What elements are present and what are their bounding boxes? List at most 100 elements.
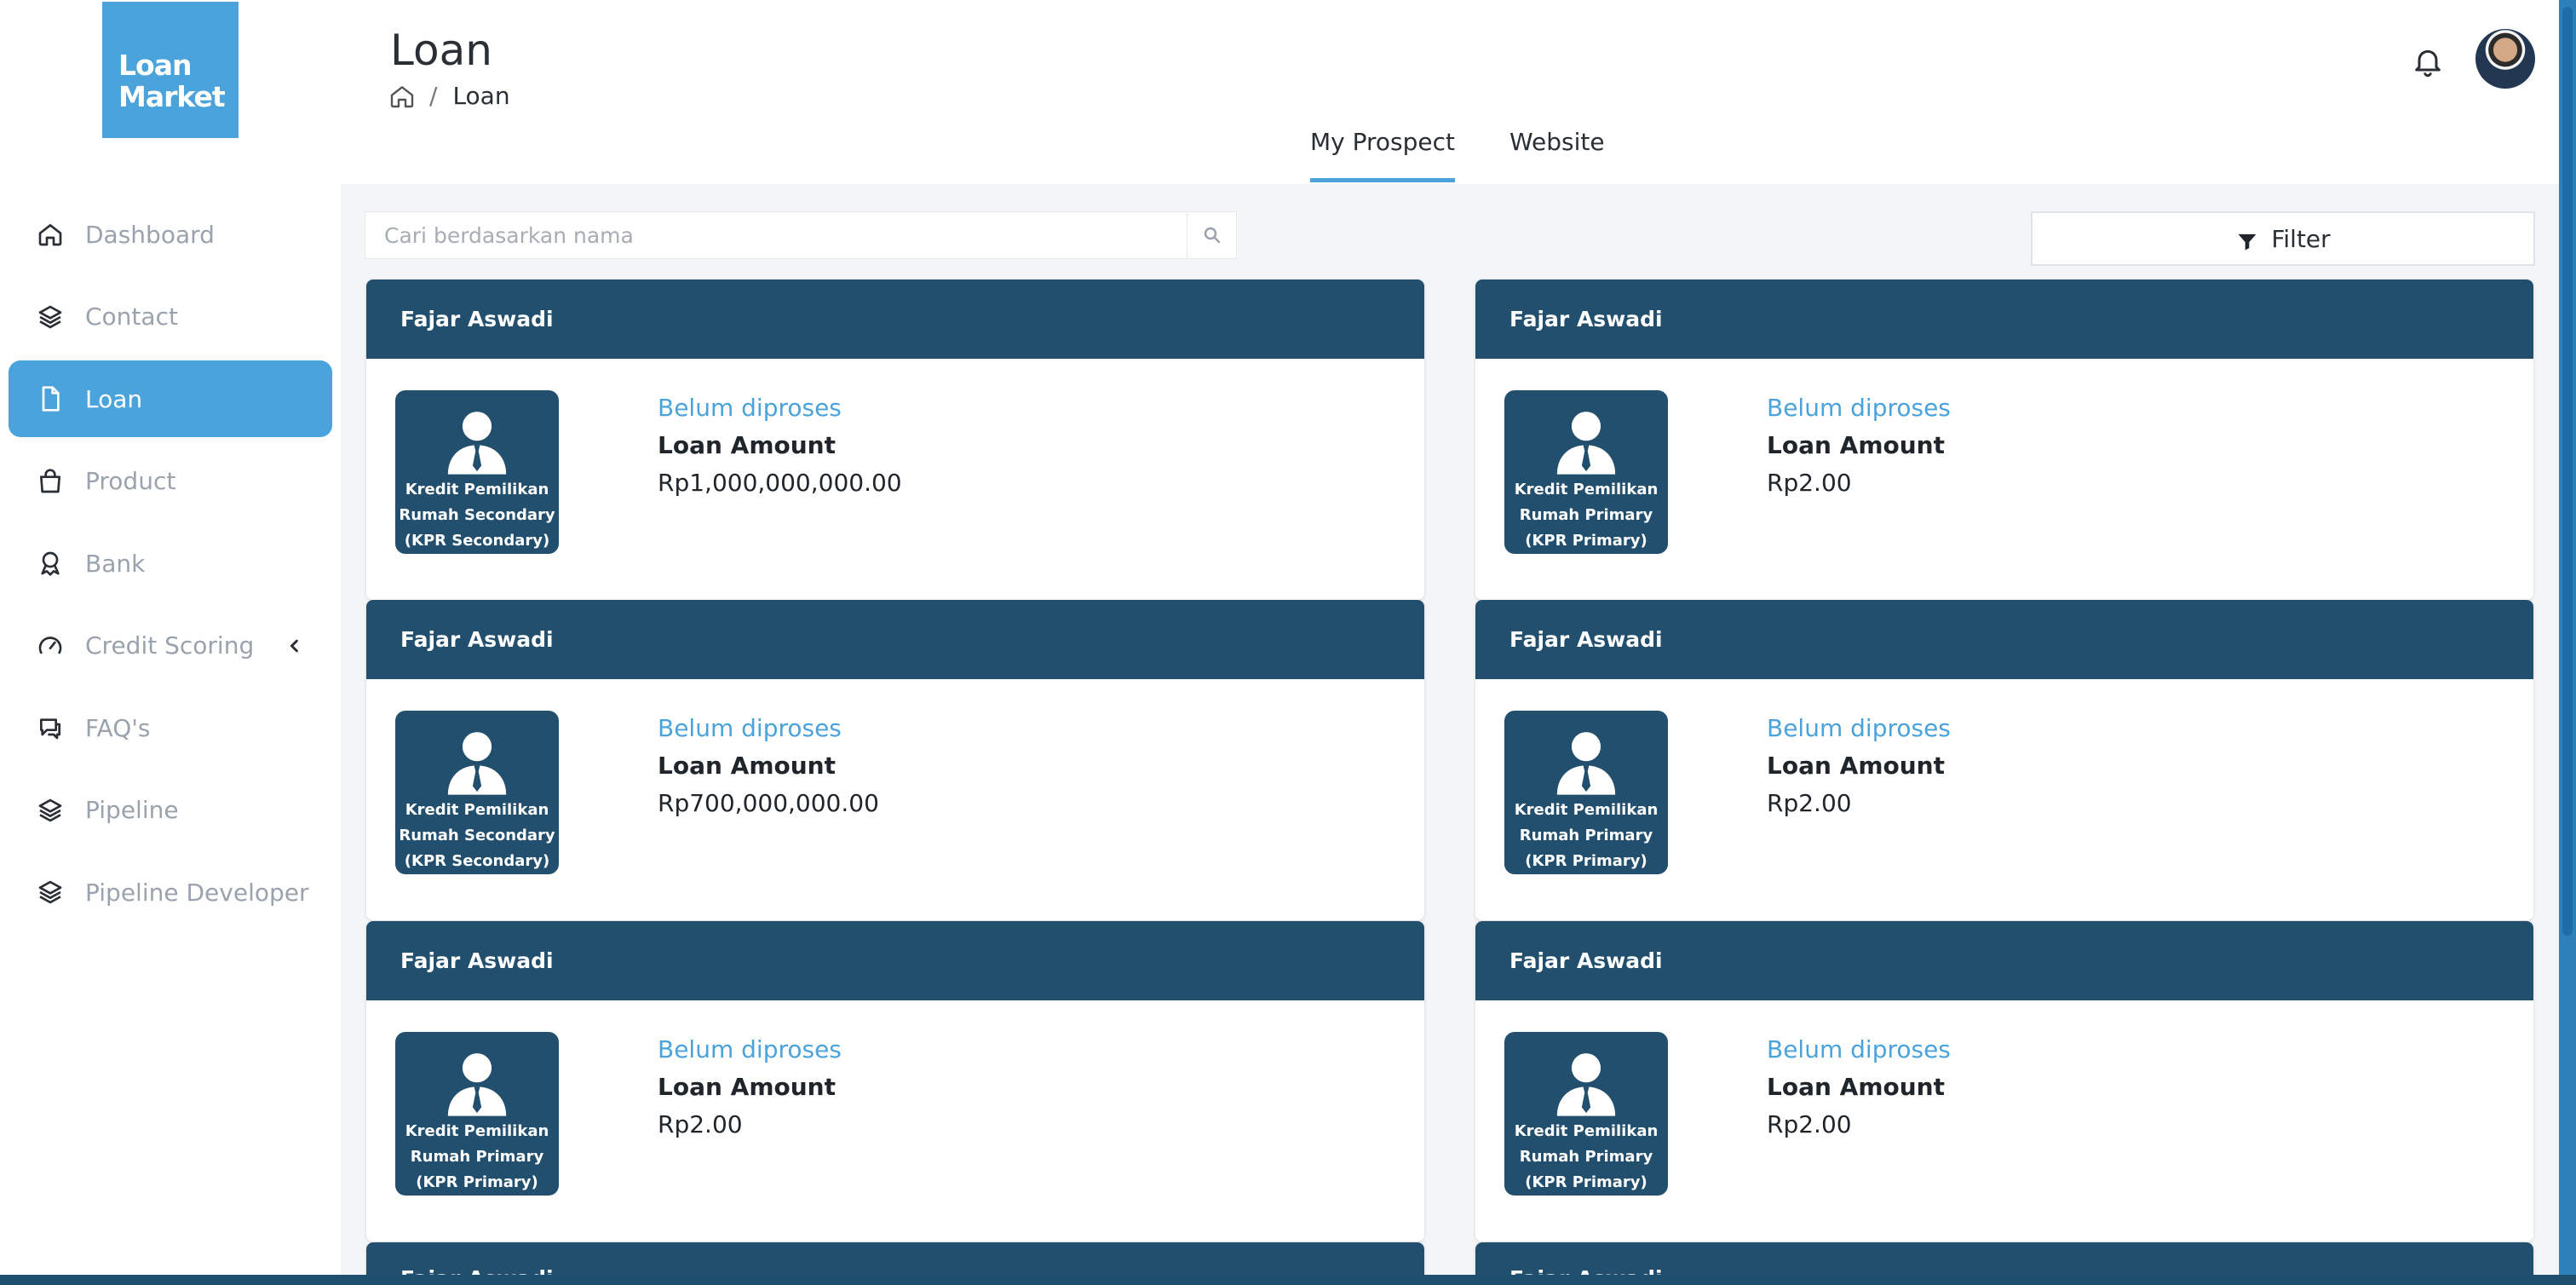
sidebar-item-product[interactable]: Product [9, 443, 332, 520]
product-badge: Kredit Pemilikan Rumah Primary (KPR Prim… [1504, 711, 1668, 874]
sidebar-item-dashboard[interactable]: Dashboard [9, 196, 332, 273]
product-line-1: Kredit Pemilikan [405, 1122, 549, 1140]
person-icon [447, 732, 507, 795]
amount-label: Loan Amount [1767, 752, 1945, 780]
loan-card[interactable]: Fajar Aswadi Kredit Pemilikan Rumah Prim… [1475, 600, 2533, 920]
loan-market-logo[interactable]: Loan Market [102, 2, 239, 138]
product-line-2: Rumah Primary [1519, 827, 1653, 844]
product-badge: Kredit Pemilikan Rumah Primary (KPR Prim… [1504, 390, 1668, 554]
sidebar-item-faqs[interactable]: FAQ's [9, 689, 332, 766]
layers-icon [36, 303, 65, 331]
home-icon [36, 220, 65, 249]
product-caption: Kredit Pemilikan Rumah Primary (KPR Prim… [395, 1119, 559, 1196]
search-button[interactable] [1187, 211, 1236, 259]
sidebar-item-contact[interactable]: Contact [9, 279, 332, 355]
product-badge: Kredit Pemilikan Rumah Primary (KPR Prim… [395, 1032, 559, 1196]
app-page: Loan Market Dashboard Contact Loan Produ… [0, 0, 2576, 1285]
product-caption: Kredit Pemilikan Rumah Primary (KPR Prim… [1504, 1119, 1668, 1196]
status-text: Belum diproses [1767, 394, 1951, 422]
bell-icon[interactable] [2411, 43, 2445, 80]
sidebar-item-label: Pipeline [85, 796, 179, 824]
amount-value: Rp2.00 [1767, 789, 1852, 817]
scrollbar-thumb[interactable] [2562, 7, 2573, 936]
logo-line-1: Loan [118, 49, 192, 82]
sidebar-item-credit-scoring[interactable]: Credit Scoring [9, 608, 332, 684]
loan-card[interactable]: Fajar Aswadi Kredit Pemilikan Rumah Seco… [366, 279, 1424, 600]
search-input[interactable] [365, 212, 1187, 258]
sidebar-item-pipeline-developer[interactable]: Pipeline Developer [9, 854, 332, 931]
product-line-1: Kredit Pemilikan [1514, 481, 1659, 498]
product-line-2: Rumah Primary [1519, 1148, 1653, 1166]
person-icon [1556, 412, 1616, 475]
page-title: Loan [390, 26, 492, 75]
tab-bar: My Prospect Website [1310, 128, 1659, 182]
tab-website[interactable]: Website [1509, 128, 1605, 182]
amount-value: Rp2.00 [658, 1110, 743, 1138]
amount-value: Rp700,000,000.00 [658, 789, 879, 817]
amount-label: Loan Amount [658, 752, 836, 780]
product-line-3: (KPR Primary) [1525, 1173, 1647, 1191]
product-caption: Kredit Pemilikan Rumah Secondary (KPR Se… [395, 798, 559, 874]
product-badge: Kredit Pemilikan Rumah Secondary (KPR Se… [395, 711, 559, 874]
loan-card[interactable]: Fajar Aswadi Kredit Pemilikan Rumah Prim… [1475, 279, 2533, 600]
home-icon[interactable] [388, 83, 416, 110]
gauge-icon [36, 631, 65, 660]
person-icon [447, 1053, 507, 1116]
product-caption: Kredit Pemilikan Rumah Secondary (KPR Se… [395, 477, 559, 554]
product-line-1: Kredit Pemilikan [405, 801, 549, 819]
sidebar-item-pipeline[interactable]: Pipeline [9, 772, 332, 849]
chat-icon [36, 713, 65, 742]
person-icon [1556, 1053, 1616, 1116]
breadcrumb-current: Loan [452, 82, 510, 110]
loan-card[interactable]: Fajar Aswadi Kredit Pemilikan Rumah Seco… [366, 600, 1424, 920]
sidebar-item-bank[interactable]: Bank [9, 525, 332, 602]
sidebar-nav: Dashboard Contact Loan Product Bank Cred… [0, 196, 341, 936]
sidebar-item-label: Product [85, 467, 176, 495]
sidebar: Loan Market Dashboard Contact Loan Produ… [0, 0, 341, 1285]
product-caption: Kredit Pemilikan Rumah Primary (KPR Prim… [1504, 798, 1668, 874]
product-line-2: Rumah Secondary [399, 827, 555, 844]
document-icon [36, 384, 65, 413]
breadcrumb-separator: / [429, 82, 438, 110]
tab-my-prospect[interactable]: My Prospect [1310, 128, 1456, 182]
product-line-3: (KPR Secondary) [404, 532, 550, 550]
product-line-3: (KPR Primary) [1525, 532, 1647, 550]
sidebar-item-label: Dashboard [85, 220, 215, 249]
amount-value: Rp2.00 [1767, 1110, 1852, 1138]
sidebar-item-label: Bank [85, 549, 146, 578]
product-line-1: Kredit Pemilikan [405, 481, 549, 498]
card-header: Fajar Aswadi [366, 279, 1424, 359]
loan-card[interactable]: Fajar Aswadi Kredit Pemilikan Rumah Prim… [1475, 921, 2533, 1242]
loan-card[interactable]: Fajar Aswadi Kredit Pemilikan Rumah Prim… [366, 921, 1424, 1242]
product-line-3: (KPR Primary) [416, 1173, 538, 1191]
scrollbar[interactable] [2559, 0, 2576, 1285]
sidebar-item-label: FAQ's [85, 713, 151, 742]
sidebar-item-loan[interactable]: Loan [9, 360, 332, 437]
product-line-3: (KPR Primary) [1525, 852, 1647, 870]
product-line-1: Kredit Pemilikan [1514, 1122, 1659, 1140]
filter-button[interactable]: Filter [2031, 211, 2535, 266]
filter-icon [2238, 233, 2257, 251]
avatar[interactable] [2475, 29, 2535, 89]
sidebar-item-label: Credit Scoring [85, 631, 255, 660]
product-badge: Kredit Pemilikan Rumah Primary (KPR Prim… [1504, 1032, 1668, 1196]
card-header: Fajar Aswadi [366, 921, 1424, 1000]
card-header: Fajar Aswadi [366, 600, 1424, 679]
person-icon [447, 412, 507, 475]
breadcrumb: / Loan [388, 82, 510, 110]
window-bottom-edge [0, 1275, 2576, 1285]
sidebar-item-label: Loan [85, 384, 143, 413]
product-badge: Kredit Pemilikan Rumah Secondary (KPR Se… [395, 390, 559, 554]
award-icon [36, 549, 65, 578]
amount-value: Rp1,000,000,000.00 [658, 469, 902, 497]
status-text: Belum diproses [658, 1035, 842, 1063]
product-caption: Kredit Pemilikan Rumah Primary (KPR Prim… [1504, 477, 1668, 554]
layers-icon [36, 878, 65, 907]
amount-label: Loan Amount [1767, 1073, 1945, 1101]
card-header: Fajar Aswadi [1475, 921, 2533, 1000]
card-header: Fajar Aswadi [1475, 279, 2533, 359]
search-icon [1204, 227, 1220, 244]
bag-icon [36, 467, 65, 496]
chevron-left-icon[interactable] [283, 634, 307, 658]
layers-icon [36, 796, 65, 825]
